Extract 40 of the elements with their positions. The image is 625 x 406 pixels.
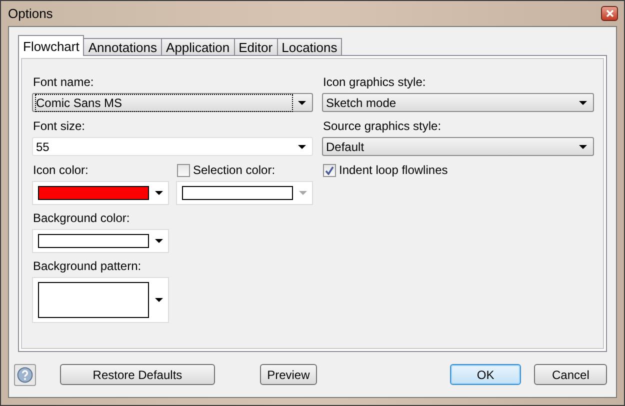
checkmark-icon	[325, 166, 334, 174]
dropdown-arrow-icon	[579, 144, 587, 148]
tab[interactable]: Locations	[276, 38, 342, 56]
checkbox[interactable]	[323, 164, 336, 176]
tab[interactable]: Flowchart	[18, 35, 84, 56]
help-icon	[16, 366, 33, 382]
field-label: Source graphics style:	[323, 119, 442, 133]
pattern-picker[interactable]	[32, 277, 169, 323]
dialog-button[interactable]: OK	[450, 364, 522, 385]
dropdown-arrow-icon	[155, 298, 163, 302]
dialog-button[interactable]: Restore Defaults	[60, 364, 216, 385]
help-button[interactable]	[14, 364, 36, 386]
checkbox-label: Indent loop flowlines	[339, 163, 448, 177]
tab[interactable]: Annotations	[83, 38, 162, 56]
dropdown[interactable]: Default	[322, 137, 594, 156]
color-picker[interactable]	[32, 181, 169, 205]
color-picker[interactable]	[32, 229, 169, 253]
dropdown-arrow-icon	[579, 100, 587, 104]
field-label: Background pattern:	[33, 259, 142, 273]
dropdown[interactable]: Sketch mode	[322, 93, 594, 112]
dialog-button[interactable]: Preview	[260, 364, 317, 385]
tab[interactable]: Editor	[234, 38, 278, 56]
close-button[interactable]	[601, 6, 618, 21]
dropdown-arrow-icon	[298, 144, 306, 148]
field-label: Icon graphics style:	[323, 75, 427, 89]
dropdown-arrow-icon	[298, 100, 306, 104]
field-label: Background color:	[33, 211, 131, 225]
window-title: Options	[8, 6, 54, 21]
close-icon	[606, 10, 614, 17]
checkbox-label: Selection color:	[193, 163, 276, 177]
field-label: Font size:	[33, 119, 86, 133]
tab[interactable]: Application	[161, 38, 235, 56]
dropdown-arrow-icon	[155, 239, 163, 243]
field-label: Font name:	[33, 75, 95, 89]
dropdown[interactable]: Comic Sans MS	[32, 93, 313, 112]
dropdown-arrow-icon	[299, 191, 307, 195]
field-label: Icon color:	[33, 163, 90, 177]
dialog-button[interactable]: Cancel	[534, 364, 607, 385]
dropdown[interactable]: 55	[32, 137, 313, 156]
dropdown-arrow-icon	[155, 191, 163, 195]
